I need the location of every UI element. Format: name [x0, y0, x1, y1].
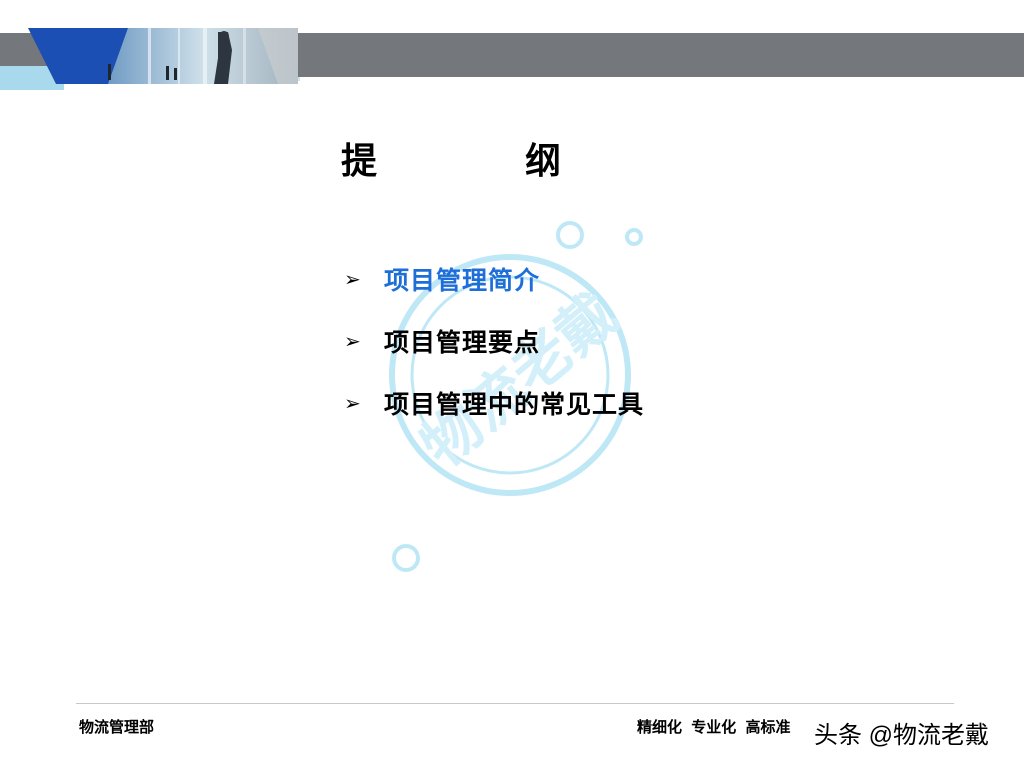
arrow-bullet-icon: ➢: [344, 267, 361, 291]
outline-item-tools[interactable]: ➢ 项目管理中的常见工具: [344, 372, 644, 434]
footer-slogan: 精细化 专业化 高标准: [637, 718, 791, 736]
outline-item-intro[interactable]: ➢ 项目管理简介: [344, 248, 644, 310]
slide-title: 提 纲: [340, 140, 617, 182]
outline-item-key-points[interactable]: ➢ 项目管理要点: [344, 310, 644, 372]
source-watermark: 头条 @物流老戴: [814, 722, 990, 749]
header-banner: [0, 0, 1024, 95]
footer-department: 物流管理部: [79, 718, 155, 736]
outline-list: ➢ 项目管理简介 ➢ 项目管理要点 ➢ 项目管理中的常见工具: [344, 248, 644, 434]
arrow-bullet-icon: ➢: [344, 329, 361, 353]
outline-item-label: 项目管理简介: [384, 266, 541, 295]
outline-item-label: 项目管理要点: [384, 328, 541, 357]
arrow-bullet-icon: ➢: [344, 391, 361, 415]
footer-divider: [76, 703, 954, 704]
outline-item-label: 项目管理中的常见工具: [384, 390, 645, 419]
banner-photo: [28, 28, 298, 84]
